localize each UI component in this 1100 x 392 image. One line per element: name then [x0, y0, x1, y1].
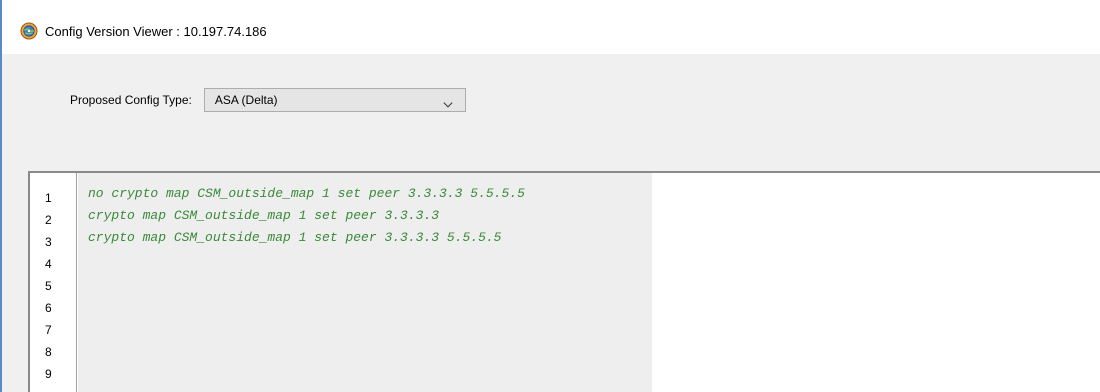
line-number: 4	[45, 257, 52, 271]
title-bar[interactable]: Config Version Viewer : 10.197.74.186	[2, 8, 1100, 54]
editor-empty-area	[652, 173, 1100, 392]
code-line[interactable]: crypto map CSM_outside_map 1 set peer 3.…	[88, 208, 439, 224]
chevron-down-icon[interactable]	[443, 96, 453, 108]
config-type-row: Proposed Config Type: ASA (Delta)	[70, 88, 466, 112]
config-type-label: Proposed Config Type:	[70, 93, 192, 107]
code-line[interactable]: no crypto map CSM_outside_map 1 set peer…	[88, 186, 525, 202]
line-number: 5	[45, 279, 52, 293]
line-number: 6	[45, 301, 52, 315]
line-number: 1	[45, 191, 52, 205]
globe-gear-icon	[20, 22, 38, 40]
line-number-gutter: 1 2 3 4 5 6 7 8 9	[30, 173, 77, 392]
line-number: 3	[45, 235, 52, 249]
config-text-viewer[interactable]: 1 2 3 4 5 6 7 8 9 no crypto map CSM_outs…	[28, 171, 1100, 392]
code-area[interactable]: no crypto map CSM_outside_map 1 set peer…	[78, 173, 652, 392]
config-type-select-value: ASA (Delta)	[214, 93, 278, 107]
code-line[interactable]: crypto map CSM_outside_map 1 set peer 3.…	[88, 230, 501, 246]
config-version-viewer-window: Config Version Viewer : 10.197.74.186 Pr…	[2, 8, 1100, 392]
line-number: 2	[45, 213, 52, 227]
line-number: 9	[45, 367, 52, 381]
config-type-select[interactable]: ASA (Delta)	[203, 88, 466, 112]
line-number: 7	[45, 323, 52, 337]
line-number: 8	[45, 345, 52, 359]
window-title: Config Version Viewer : 10.197.74.186	[45, 23, 267, 39]
